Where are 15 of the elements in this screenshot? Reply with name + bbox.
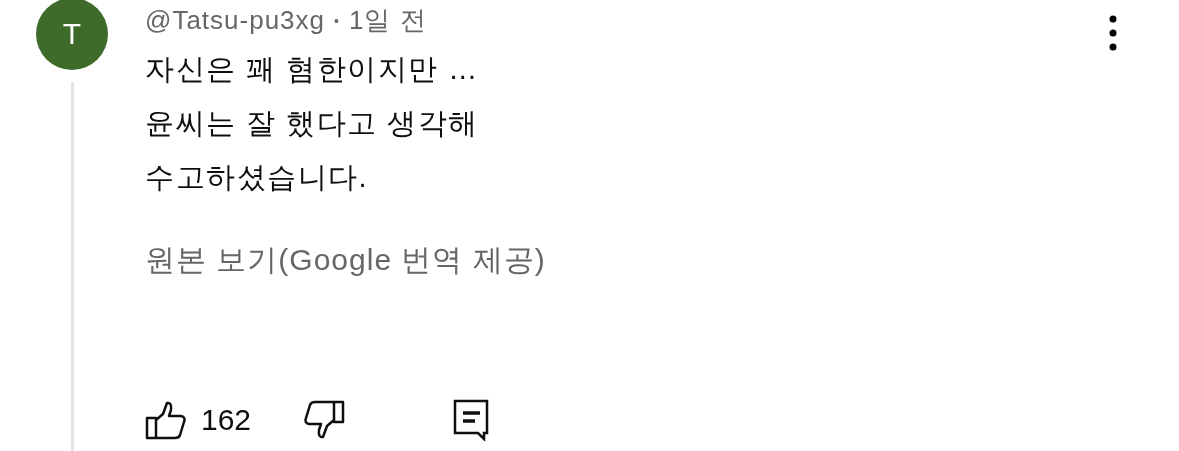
comment-text-line: 윤씨는 잘 했다고 생각해	[145, 106, 480, 141]
more-menu-button[interactable]	[1107, 14, 1119, 52]
comment-author[interactable]: @Tatsu-pu3xg	[145, 5, 326, 36]
comment-time[interactable]: 1일 전	[348, 3, 427, 38]
thumbs-up-icon	[145, 400, 187, 440]
like-button[interactable]: 162	[145, 400, 252, 440]
comment-icon	[453, 399, 490, 441]
avatar[interactable]: T	[36, 0, 108, 70]
separator-dot: •	[334, 12, 340, 29]
dislike-button[interactable]	[303, 400, 346, 440]
reply-button[interactable]	[453, 399, 490, 441]
translation-link[interactable]: 원본 보기(Google 번역 제공)	[145, 240, 546, 281]
comment-text-line: 수고하셨습니다.	[145, 160, 370, 195]
comment-text-line: 자신은 꽤 혐한이지만 …	[145, 52, 480, 87]
thumbs-down-icon	[303, 400, 346, 440]
